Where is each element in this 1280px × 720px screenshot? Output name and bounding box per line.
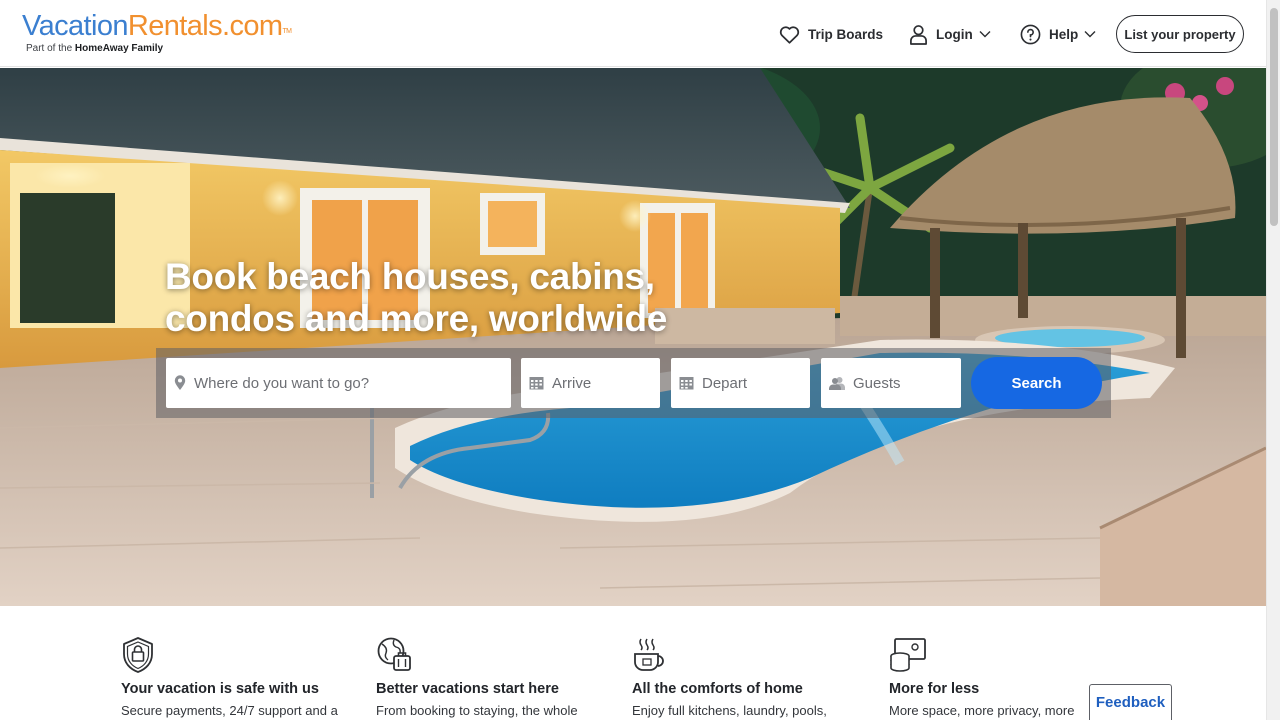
search-button[interactable]: Search: [971, 357, 1102, 409]
logo-wordmark: VacationRentals.comTM: [22, 10, 292, 42]
help-menu[interactable]: Help: [1020, 22, 1096, 46]
chevron-down-icon: [1084, 30, 1096, 38]
scrollbar-thumb[interactable]: [1270, 8, 1278, 226]
money-icon: [889, 636, 1129, 676]
coffee-cup-icon: [632, 636, 872, 676]
feedback-button[interactable]: Feedback: [1089, 684, 1172, 720]
feature-text: Secure payments, 24/7 support and a: [121, 703, 338, 718]
chevron-down-icon: [979, 30, 991, 38]
arrive-placeholder: Arrive: [552, 374, 592, 392]
logo-tagline: Part of the HomeAway Family: [26, 43, 164, 54]
destination-placeholder: Where do you want to go?: [194, 374, 370, 392]
globe-luggage-icon: [376, 636, 616, 676]
list-your-property-button[interactable]: List your property: [1116, 15, 1244, 53]
arrive-date-input[interactable]: Arrive: [521, 358, 660, 408]
features-section: Your vacation is safe with us Secure pay…: [0, 606, 1266, 720]
calendar-icon: [679, 376, 694, 390]
trip-boards-label: Trip Boards: [808, 26, 884, 42]
site-logo[interactable]: VacationRentals.comTM Part of the HomeAw…: [22, 10, 292, 54]
help-label: Help: [1049, 26, 1079, 42]
feature-title: All the comforts of home: [632, 681, 803, 697]
user-icon: [909, 24, 928, 45]
feature-title: Your vacation is safe with us: [121, 681, 319, 697]
login-label: Login: [936, 26, 973, 42]
question-circle-icon: [1020, 24, 1041, 45]
login-menu[interactable]: Login: [909, 22, 991, 46]
guests-placeholder: Guests: [853, 374, 901, 392]
feature-safe: Your vacation is safe with us Secure pay…: [121, 636, 361, 718]
calendar-icon: [529, 376, 544, 390]
trip-boards-link[interactable]: Trip Boards: [779, 22, 883, 46]
guests-input[interactable]: Guests: [821, 358, 961, 408]
feature-text: Enjoy full kitchens, laundry, pools,: [632, 703, 827, 718]
feature-title: Better vacations start here: [376, 681, 559, 697]
site-header: VacationRentals.comTM Part of the HomeAw…: [0, 0, 1266, 67]
feature-comforts: All the comforts of home Enjoy full kitc…: [632, 636, 872, 718]
map-pin-icon: [174, 375, 186, 391]
trademark-mark: TM: [282, 28, 292, 35]
depart-placeholder: Depart: [702, 374, 748, 392]
guests-icon: [829, 376, 845, 390]
depart-date-input[interactable]: Depart: [671, 358, 810, 408]
destination-input[interactable]: Where do you want to go?: [166, 358, 511, 408]
search-bar: Where do you want to go? Arrive Depart G…: [156, 348, 1111, 418]
hero-headline: Book beach houses, cabins, condos and mo…: [165, 256, 668, 339]
hero-section: Book beach houses, cabins, condos and mo…: [0, 68, 1266, 606]
feature-text: From booking to staying, the whole: [376, 703, 578, 718]
shield-lock-icon: [121, 636, 361, 676]
page-scrollbar[interactable]: [1266, 0, 1280, 720]
heart-icon: [779, 25, 800, 44]
feature-better-vacations: Better vacations start here From booking…: [376, 636, 616, 718]
